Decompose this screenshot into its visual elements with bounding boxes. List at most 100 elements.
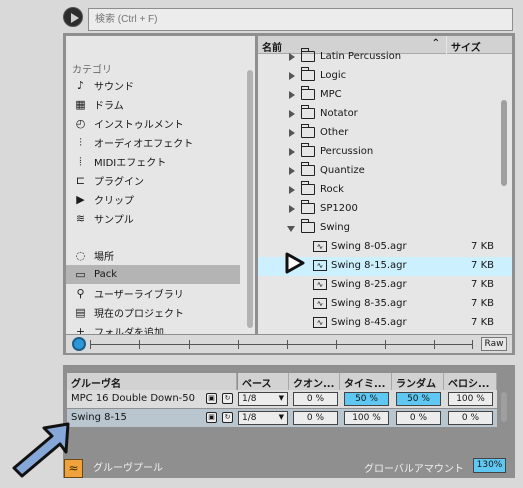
expand-arrow-icon[interactable]: [289, 53, 295, 61]
list-item[interactable]: Latin Percussion: [258, 48, 512, 67]
sidebar-item-pack[interactable]: ▭ Pack: [66, 265, 240, 284]
list-item[interactable]: Rock: [258, 181, 512, 200]
sample-icon: ≋: [75, 212, 86, 225]
plugin-icon: ⊏: [75, 174, 86, 187]
folder-icon: [301, 124, 315, 138]
sidebar-item-label: 場所: [94, 252, 114, 263]
expand-arrow-icon[interactable]: [289, 167, 295, 175]
list-item[interactable]: ∿ Swing 8-45.agr 7 KB: [258, 314, 512, 333]
collapse-arrow-icon[interactable]: [287, 226, 295, 232]
groove-pool-label: グルーヴプール: [93, 463, 163, 474]
expand-arrow-icon[interactable]: [289, 72, 295, 80]
list-item[interactable]: Logic: [258, 67, 512, 86]
instrument-icon: ◴: [75, 117, 86, 130]
folder-icon: [301, 219, 315, 233]
groove-row[interactable]: MPC 16 Double Down-50 ▣ ↻ 1/8 0 % 50 % 5…: [67, 390, 497, 408]
sidebar-item-plugins[interactable]: ⊏ プラグイン: [66, 171, 240, 190]
sidebar-item-midi-effects[interactable]: ⦙ MIDIエフェクト: [66, 152, 240, 171]
sidebar-item-label: Pack: [94, 269, 117, 280]
velocity-value[interactable]: 0 %: [448, 411, 493, 425]
sidebar-item-label: プラグイン: [94, 177, 144, 188]
save-icon[interactable]: ▣: [206, 393, 217, 404]
sidebar-item-sound[interactable]: ♪ サウンド: [66, 76, 240, 95]
quantize-header[interactable]: クオン...: [289, 373, 340, 390]
quantize-value[interactable]: 0 %: [293, 411, 338, 425]
groove-file-icon: ∿: [313, 298, 327, 309]
sidebar-item-label: クリップ: [94, 196, 134, 207]
sidebar-item-current-project[interactable]: ▤ 現在のプロジェクト: [66, 303, 240, 322]
list-item[interactable]: Percussion: [258, 143, 512, 162]
sidebar-item-drums[interactable]: ▦ ドラム: [66, 95, 240, 114]
random-value[interactable]: 0 %: [396, 411, 441, 425]
track-tick: [238, 340, 239, 349]
sidebar-item-user-library[interactable]: ⚲ ユーザーライブラリ: [66, 284, 240, 303]
folder-icon: [301, 86, 315, 100]
list-item[interactable]: Notator: [258, 105, 512, 124]
folder-icon: [301, 48, 315, 62]
expand-arrow-icon[interactable]: [289, 129, 295, 137]
expand-arrow-icon[interactable]: [289, 91, 295, 99]
list-item[interactable]: Other: [258, 124, 512, 143]
commit-icon[interactable]: ↻: [222, 393, 233, 404]
clip-icon: ▶: [76, 193, 85, 206]
commit-icon[interactable]: ↻: [222, 412, 233, 423]
expand-arrow-icon[interactable]: [289, 148, 295, 156]
midi-effect-icon: ⦙: [79, 155, 82, 168]
folder-icon: [301, 200, 315, 214]
category-panel: カテゴリ ♪ サウンド ▦ ドラム ◴ インストゥルメント ⫶ オーディオエフェ…: [66, 36, 255, 334]
expand-arrow-icon[interactable]: [289, 110, 295, 118]
timing-header[interactable]: タイミ...: [340, 373, 392, 390]
category-scrollbar[interactable]: [247, 70, 253, 328]
global-amount-value[interactable]: 130%: [473, 458, 506, 473]
sidebar-item-clips[interactable]: ▶ クリップ: [66, 190, 240, 209]
list-item[interactable]: ∿ Swing 8-25.agr 7 KB: [258, 276, 512, 295]
file-list-scrollbar[interactable]: [501, 100, 507, 186]
expand-arrow-icon[interactable]: [289, 205, 295, 213]
groove-name-header[interactable]: グルーヴ名: [67, 373, 237, 390]
category-title: カテゴリ: [72, 65, 112, 76]
sidebar-item-label: サンプル: [94, 215, 134, 226]
base-header[interactable]: ベース: [238, 373, 289, 390]
sidebar-item-label: ユーザーライブラリ: [94, 290, 184, 301]
timing-value[interactable]: 100 %: [344, 411, 389, 425]
random-value[interactable]: 50 %: [396, 392, 441, 406]
sidebar-item-label: 現在のプロジェクト: [94, 309, 184, 320]
velocity-value[interactable]: 100 %: [448, 392, 493, 406]
sidebar-item-samples[interactable]: ≋ サンプル: [66, 209, 240, 228]
list-item[interactable]: Swing: [258, 219, 512, 238]
sidebar-item-label: サウンド: [94, 82, 134, 93]
list-item[interactable]: MPC: [258, 86, 512, 105]
groove-pool-scrollbar[interactable]: [501, 392, 507, 422]
save-icon[interactable]: ▣: [206, 412, 217, 423]
timing-value[interactable]: 50 %: [344, 392, 389, 406]
current-project-icon: ▤: [75, 306, 86, 319]
sidebar-item-audio-effects[interactable]: ⫶ オーディオエフェクト: [66, 133, 240, 152]
list-item[interactable]: SP1200: [258, 200, 512, 219]
velocity-header[interactable]: ベロシ...: [444, 373, 497, 390]
preview-play-button[interactable]: [63, 7, 83, 27]
sidebar-item-label: フォルダを追加...: [94, 328, 174, 334]
places-icon: ◌: [75, 249, 86, 262]
pointer-arrow-icon: [12, 422, 70, 478]
groove-row-selected[interactable]: Swing 8-15 ▣ ↻ 1/8 0 % 100 % 0 % 0 %: [67, 409, 497, 427]
base-select[interactable]: 1/8: [238, 392, 288, 406]
sidebar-item-label: ドラム: [94, 101, 124, 112]
folder-icon: [301, 162, 315, 176]
sidebar-item-label: オーディオエフェクト: [94, 139, 194, 150]
folder-icon: [301, 105, 315, 119]
sidebar-item-label: インストゥルメント: [94, 120, 184, 131]
sidebar-item-places: ◌ 場所: [66, 246, 240, 265]
sidebar-item-instruments[interactable]: ◴ インストゥルメント: [66, 114, 240, 133]
hotswap-icon[interactable]: [72, 337, 86, 351]
track-tick: [90, 340, 91, 349]
list-item[interactable]: Quantize: [258, 162, 512, 181]
raw-button[interactable]: Raw: [481, 337, 507, 351]
base-select[interactable]: 1/8: [238, 411, 288, 425]
list-item[interactable]: ∿ Swing 8-35.agr 7 KB: [258, 295, 512, 314]
random-header[interactable]: ランダム: [392, 373, 444, 390]
groove-file-icon: ∿: [313, 260, 327, 271]
expand-arrow-icon[interactable]: [289, 186, 295, 194]
quantize-value[interactable]: 0 %: [293, 392, 338, 406]
sidebar-item-add-folder[interactable]: + フォルダを追加...: [66, 322, 240, 334]
search-input[interactable]: [88, 8, 513, 31]
